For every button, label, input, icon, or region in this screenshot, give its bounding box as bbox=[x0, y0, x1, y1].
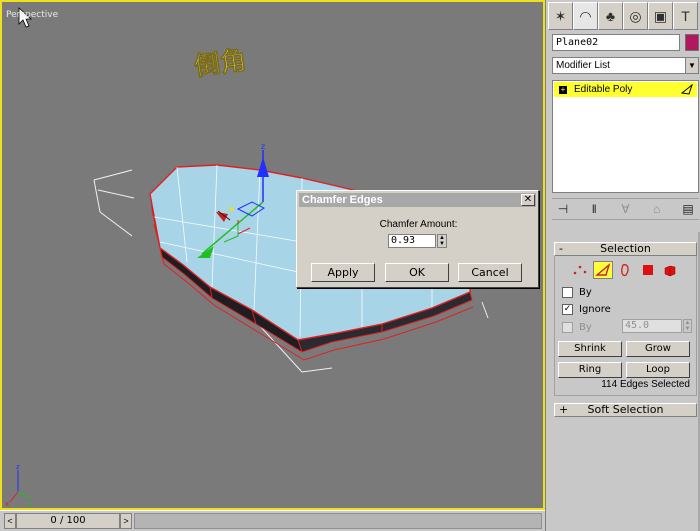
stack-toolbar: ⊣ ǁ ∀ ⌂ ▤ bbox=[552, 198, 699, 220]
command-panel-tabs: ✶ ◠ ♣ ◎ ▣ T bbox=[548, 2, 700, 32]
remove-modifier-icon[interactable]: ⌂ bbox=[650, 202, 664, 216]
edge-subobject-icon bbox=[681, 84, 693, 95]
modify-icon: ◠ bbox=[579, 7, 592, 24]
make-unique-icon[interactable]: ∀ bbox=[619, 202, 633, 216]
soft-selection-rollout-header[interactable]: + Soft Selection bbox=[554, 403, 697, 417]
ignore-backfacing-checkbox[interactable]: ✓ bbox=[562, 303, 573, 315]
ring-button[interactable]: Ring bbox=[558, 362, 622, 378]
prev-frame-button[interactable]: < bbox=[4, 513, 16, 529]
collapse-icon: - bbox=[559, 242, 563, 255]
object-name-field[interactable]: Plane02 bbox=[552, 34, 680, 51]
shrink-button[interactable]: Shrink bbox=[558, 341, 622, 357]
configure-modifier-sets-icon[interactable]: ▤ bbox=[681, 202, 695, 216]
tripod-x-label: x bbox=[5, 500, 9, 508]
show-end-result-icon[interactable]: ǁ bbox=[587, 202, 601, 216]
pin-stack-icon[interactable]: ⊣ bbox=[556, 202, 570, 216]
display-icon: ▣ bbox=[653, 7, 668, 24]
gizmo-z-label: z bbox=[261, 142, 265, 151]
by-vertex-checkbox[interactable] bbox=[562, 286, 573, 298]
time-slider-bar: < 0 / 100 > bbox=[0, 510, 545, 531]
chamfer-amount-field[interactable]: 0.93 bbox=[388, 234, 436, 248]
by-vertex-label: By bbox=[579, 286, 592, 298]
dialog-title: Chamfer Edges bbox=[302, 194, 383, 206]
polygon-icon[interactable] bbox=[638, 261, 658, 279]
stack-item-editable-poly[interactable]: + Editable Poly bbox=[554, 82, 697, 97]
next-frame-button[interactable]: > bbox=[120, 513, 132, 529]
axis-tripod: z x y bbox=[5, 463, 32, 508]
annotation-text: 倒角 bbox=[194, 44, 249, 80]
display-tab[interactable]: ▣ bbox=[648, 2, 673, 30]
viewport-label[interactable]: Perspective bbox=[6, 10, 58, 20]
tripod-z-label: z bbox=[16, 463, 20, 471]
cancel-button[interactable]: Cancel bbox=[458, 263, 522, 282]
edge-icon[interactable] bbox=[592, 261, 613, 279]
expand-icon[interactable]: + bbox=[559, 86, 567, 94]
ok-button[interactable]: OK bbox=[385, 263, 449, 282]
stack-item-label: Editable Poly bbox=[574, 84, 633, 95]
modifier-stack: + Editable Poly bbox=[552, 80, 699, 193]
element-icon[interactable] bbox=[660, 261, 680, 279]
soft-selection-title: Soft Selection bbox=[587, 403, 664, 416]
loop-button[interactable]: Loop bbox=[626, 362, 690, 378]
create-icon: ✶ bbox=[554, 7, 567, 24]
close-icon[interactable]: ✕ bbox=[521, 194, 535, 206]
modifier-list-dropdown[interactable]: Modifier List ▼ bbox=[552, 57, 699, 74]
object-color-swatch[interactable] bbox=[685, 34, 699, 51]
by-angle-checkbox[interactable] bbox=[562, 321, 573, 333]
utilities-icon: T bbox=[681, 8, 690, 24]
vertex-icon[interactable] bbox=[570, 261, 590, 279]
annotation-label: 倒角 bbox=[194, 44, 248, 80]
time-track[interactable] bbox=[134, 513, 542, 529]
modify-tab[interactable]: ◠ bbox=[573, 2, 598, 30]
chamfer-edges-dialog: Chamfer Edges ✕ Chamfer Amount: 0.93 ▲ ▼ … bbox=[296, 190, 539, 288]
selection-status: 114 Edges Selected bbox=[601, 379, 690, 390]
command-panel: ✶ ◠ ♣ ◎ ▣ T Plane02 Modifier List ▼ + Ed… bbox=[545, 0, 700, 531]
dialog-title-bar[interactable]: Chamfer Edges bbox=[299, 193, 536, 207]
utilities-tab[interactable]: T bbox=[673, 2, 698, 30]
chamfer-amount-spinner[interactable]: ▲ ▼ bbox=[437, 234, 447, 248]
grow-button[interactable]: Grow bbox=[626, 341, 690, 357]
motion-icon: ◎ bbox=[629, 7, 642, 24]
by-angle-row: By bbox=[562, 320, 592, 334]
by-vertex-row: By bbox=[562, 285, 592, 299]
by-angle-label: By bbox=[579, 321, 592, 333]
expand-rollout-icon: + bbox=[559, 403, 569, 416]
motion-tab[interactable]: ◎ bbox=[623, 2, 648, 30]
tripod-y-label: y bbox=[28, 500, 32, 508]
chamfer-amount-label: Chamfer Amount: bbox=[379, 219, 458, 230]
selection-rollout-title: Selection bbox=[600, 242, 651, 255]
border-icon[interactable] bbox=[615, 261, 635, 279]
chevron-down-icon: ▼ bbox=[685, 58, 698, 73]
time-slider[interactable]: 0 / 100 bbox=[16, 513, 120, 529]
selection-rollout-header[interactable]: - Selection bbox=[554, 242, 697, 256]
subobject-level-icons bbox=[570, 260, 680, 280]
ignore-backfacing-row: ✓ Ignore bbox=[562, 302, 611, 316]
modifier-list-label: Modifier List bbox=[556, 60, 610, 71]
hierarchy-icon: ♣ bbox=[605, 8, 616, 24]
hierarchy-tab[interactable]: ♣ bbox=[598, 2, 623, 30]
angle-spinner[interactable]: ▲ ▼ bbox=[683, 319, 692, 333]
create-tab[interactable]: ✶ bbox=[548, 2, 573, 30]
angle-field[interactable]: 45.0 bbox=[622, 319, 682, 333]
apply-button[interactable]: Apply bbox=[311, 263, 375, 282]
ignore-backfacing-label: Ignore bbox=[579, 303, 611, 315]
